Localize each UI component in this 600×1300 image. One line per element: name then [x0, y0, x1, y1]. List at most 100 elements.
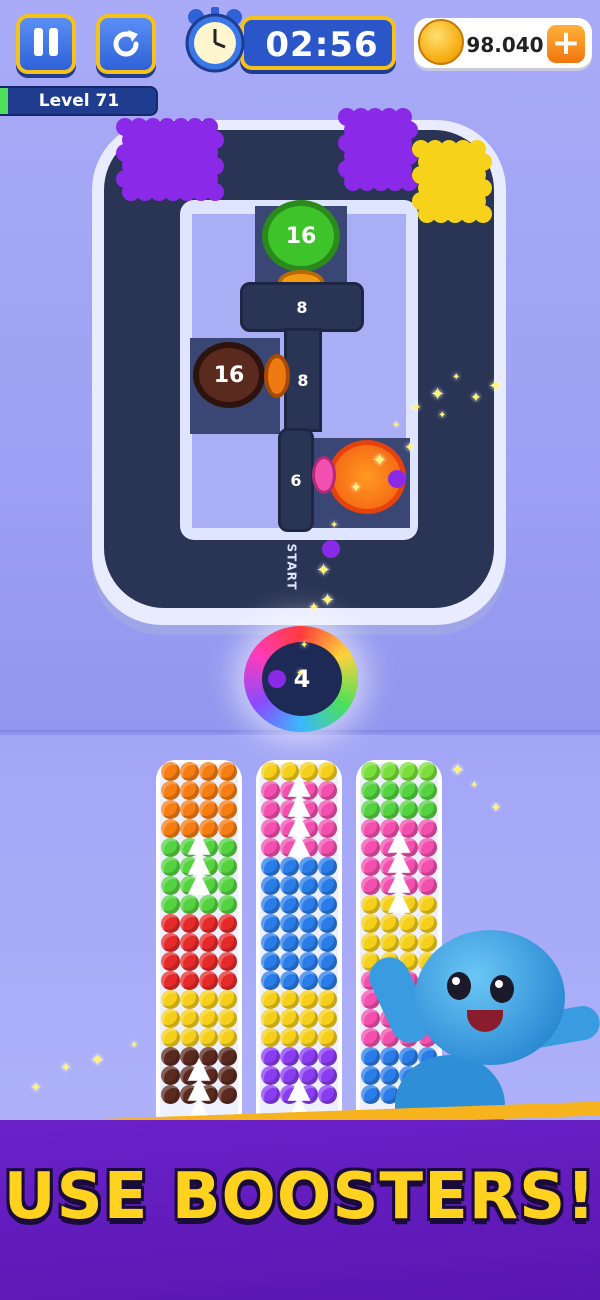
sparkle-icon: ✦ — [470, 780, 479, 791]
slot-left[interactable]: 6 — [278, 428, 314, 532]
red-ball — [180, 952, 199, 971]
sparkle-icon: ✦ — [60, 1060, 72, 1076]
blue-ball — [280, 895, 299, 914]
green-ring[interactable]: 16 — [262, 200, 340, 272]
brown-ring-value: 16 — [213, 362, 245, 388]
pink-ball — [418, 876, 437, 895]
blue-ball — [318, 952, 337, 971]
green-ball — [161, 895, 180, 914]
purple-ball — [261, 1047, 280, 1066]
blue-ball — [361, 1085, 380, 1104]
yellow-ball — [218, 1009, 237, 1028]
red-ball — [161, 933, 180, 952]
blue-ball — [299, 971, 318, 990]
up-arrow-icon: ▲ ▲ ▲ ▲ — [287, 766, 311, 861]
slot-left-value: 6 — [290, 470, 302, 490]
green-ball — [399, 800, 418, 819]
yellow-ball — [180, 990, 199, 1009]
yellow-ball — [418, 933, 437, 952]
ball-tube-2[interactable]: ▲ ▲ ▲ ▲ ▲ ▲ — [256, 760, 342, 1122]
purple-ball — [261, 1085, 280, 1104]
yellow-ball — [299, 990, 318, 1009]
yellow-ball — [218, 1028, 237, 1047]
sparkle-icon: ✦ — [308, 600, 320, 616]
sparkle-icon: ✦ — [30, 1080, 42, 1096]
red-ball — [161, 971, 180, 990]
yellow-ball — [261, 762, 280, 781]
pink-ball — [361, 819, 380, 838]
blue-ball — [299, 914, 318, 933]
yellow-ball — [299, 1028, 318, 1047]
yellow-ball — [199, 990, 218, 1009]
pink-ball — [261, 838, 280, 857]
restart-button[interactable] — [96, 14, 156, 74]
yellow-ball — [318, 990, 337, 1009]
purple-runner — [268, 670, 286, 688]
yellow-ball — [280, 990, 299, 1009]
level-label: Level 71 — [38, 91, 120, 111]
pink-ball — [418, 838, 437, 857]
coin-count: 98.040 — [466, 33, 544, 57]
yellow-ball — [218, 990, 237, 1009]
green-ball — [161, 876, 180, 895]
green-ring-value: 16 — [285, 223, 317, 249]
pink-ball — [261, 819, 280, 838]
yellow-ball — [280, 1028, 299, 1047]
ball-tube-1[interactable]: ▲ ▲ ▲ ▲ ▲ ▲ — [156, 760, 242, 1122]
yellow-ball — [180, 1028, 199, 1047]
yellow-ball — [399, 933, 418, 952]
pink-ball — [318, 838, 337, 857]
green-ball — [399, 781, 418, 800]
pink-ball — [361, 1028, 380, 1047]
orange-ball — [180, 781, 199, 800]
blue-ball — [299, 895, 318, 914]
lime-ball — [361, 762, 380, 781]
red-ball — [199, 933, 218, 952]
red-ball — [180, 914, 199, 933]
banner-headline: USE BOOSTERS! — [3, 1160, 597, 1234]
pink-ball — [261, 800, 280, 819]
purple-ball — [318, 1085, 337, 1104]
blue-ball — [318, 933, 337, 952]
sparkle-icon: ✦ — [452, 372, 461, 383]
red-ball — [199, 914, 218, 933]
slot-top-value: 8 — [296, 297, 308, 317]
lime-ball — [399, 762, 418, 781]
red-ball — [180, 971, 199, 990]
blue-ball — [261, 857, 280, 876]
yellow-ball — [180, 1009, 199, 1028]
sparkle-icon: ✦ — [392, 420, 401, 431]
blue-ball — [261, 914, 280, 933]
sparkle-icon: ✦ — [430, 384, 446, 405]
pink-ball — [318, 800, 337, 819]
blue-ball — [380, 1066, 399, 1085]
purple-ball — [280, 1047, 299, 1066]
blue-ball — [280, 876, 299, 895]
brown-ball — [218, 1047, 237, 1066]
red-ball — [161, 952, 180, 971]
pink-ball — [361, 876, 380, 895]
orange-ball — [199, 781, 218, 800]
sparkle-icon: ✦ — [450, 760, 466, 781]
slot-top[interactable]: 8 — [240, 282, 364, 332]
pink-ring[interactable] — [312, 456, 336, 494]
orange-ring-left[interactable] — [264, 354, 290, 398]
blue-ball — [280, 914, 299, 933]
yellow-ball — [318, 1009, 337, 1028]
sparkle-icon: ✦ — [410, 400, 422, 416]
brown-ball — [161, 1066, 180, 1085]
brown-ring[interactable]: 16 — [193, 342, 265, 408]
yellow-ball — [199, 1009, 218, 1028]
add-coins-button[interactable]: + — [547, 25, 585, 63]
pause-button[interactable] — [16, 14, 76, 74]
pink-ball — [261, 781, 280, 800]
blue-ball — [261, 952, 280, 971]
green-ball — [361, 800, 380, 819]
yellow-ball — [318, 1028, 337, 1047]
blue-ball — [261, 895, 280, 914]
timer-text: 02:56 — [265, 25, 379, 65]
yellow-ball — [418, 895, 437, 914]
restart-icon — [113, 30, 139, 57]
alarm-clock-icon — [185, 7, 245, 73]
yellow-ball — [418, 914, 437, 933]
